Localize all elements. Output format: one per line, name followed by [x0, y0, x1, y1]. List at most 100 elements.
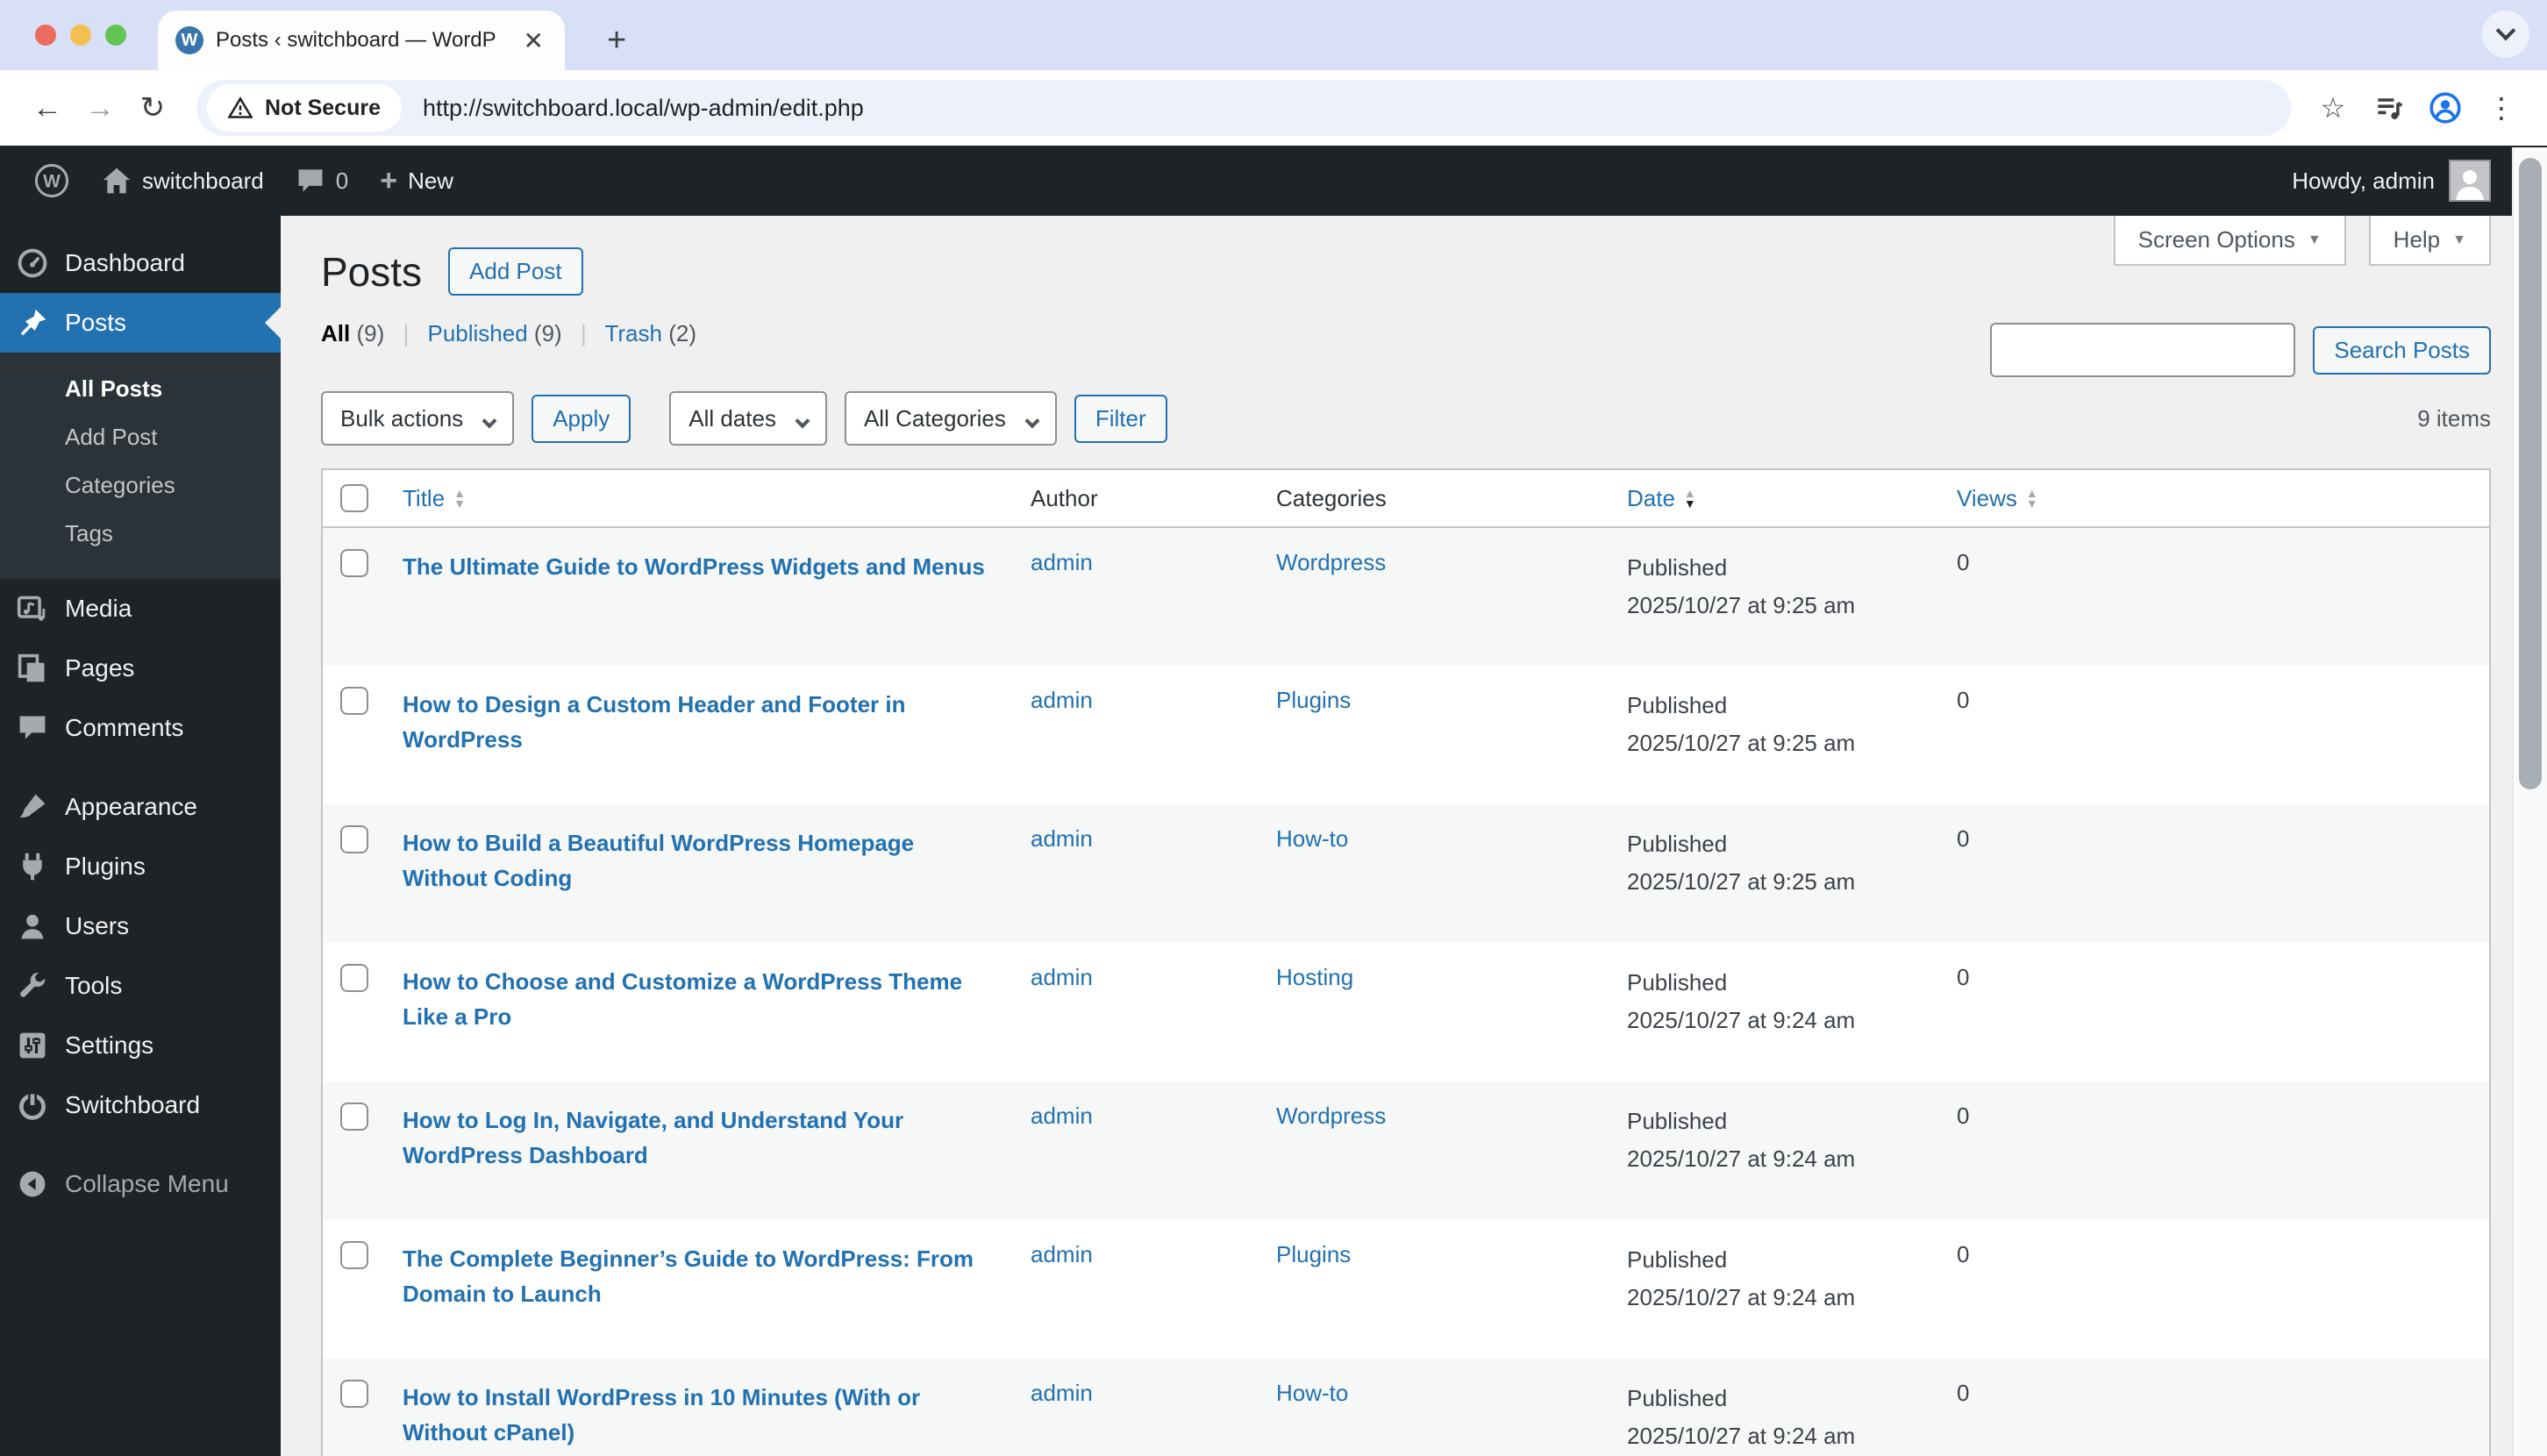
items-count: 9 items — [2417, 404, 2491, 432]
submenu-tags[interactable]: Tags — [0, 510, 281, 558]
new-tab-button[interactable]: + — [607, 22, 626, 60]
comments-shortcut[interactable]: 0 — [280, 146, 364, 216]
sort-by-title[interactable]: Title ▲ ▼ — [403, 485, 466, 512]
sidebar-item-pages[interactable]: Pages — [0, 639, 281, 698]
new-content-menu[interactable]: + New — [364, 146, 469, 216]
sidebar-item-settings[interactable]: Settings — [0, 1016, 281, 1075]
post-title-link[interactable]: How to Design a Custom Header and Footer… — [403, 687, 995, 758]
category-link[interactable]: Hosting — [1276, 964, 1353, 990]
author-link[interactable]: admin — [1031, 549, 1093, 575]
sort-by-views[interactable]: Views ▲ ▼ — [1957, 485, 2038, 512]
wp-logo-menu[interactable]: W — [18, 146, 86, 216]
not-secure-chip[interactable]: Not Secure — [207, 84, 402, 132]
select-all-checkbox[interactable] — [340, 484, 368, 512]
tablenav-top: Bulk actions Apply All dates All Categor… — [321, 391, 2491, 446]
sidebar-item-posts[interactable]: Posts — [0, 293, 281, 353]
reload-button[interactable]: ↻ — [126, 90, 179, 125]
author-link[interactable]: admin — [1031, 1241, 1093, 1267]
search-box: Search Posts — [1990, 323, 2491, 377]
row-checkbox[interactable] — [340, 1103, 368, 1131]
post-title-link[interactable]: The Complete Beginner’s Guide to WordPre… — [403, 1241, 995, 1312]
sort-desc-icon: ▼ — [453, 496, 467, 510]
svg-text:W: W — [43, 172, 61, 192]
row-checkbox[interactable] — [340, 1241, 368, 1269]
author-link[interactable]: admin — [1031, 1380, 1093, 1406]
sidebar-item-label: Collapse Menu — [65, 1170, 229, 1197]
search-input[interactable] — [1990, 323, 2296, 377]
profile-icon[interactable] — [2421, 91, 2470, 125]
category-link[interactable]: Plugins — [1276, 1241, 1351, 1267]
category-link[interactable]: Wordpress — [1276, 1103, 1386, 1129]
dates-filter-select[interactable]: All dates — [669, 391, 827, 446]
post-status: Published — [1627, 1108, 1728, 1134]
chevron-down-icon — [482, 413, 497, 429]
submenu-all-posts[interactable]: All Posts — [0, 365, 281, 413]
minimize-window-button[interactable] — [70, 25, 91, 46]
filter-button[interactable]: Filter — [1074, 394, 1167, 443]
collapse-menu-button[interactable]: Collapse Menu — [0, 1154, 281, 1214]
category-link[interactable]: Wordpress — [1276, 549, 1386, 575]
warning-icon — [228, 96, 253, 118]
bulk-actions-select[interactable]: Bulk actions — [321, 391, 515, 446]
author-link[interactable]: admin — [1031, 1103, 1093, 1129]
sidebar-item-comments[interactable]: Comments — [0, 698, 281, 758]
post-title-link[interactable]: How to Install WordPress in 10 Minutes (… — [403, 1380, 995, 1451]
views-count: 0 — [1957, 687, 1970, 713]
post-title-link[interactable]: The Ultimate Guide to WordPress Widgets … — [403, 549, 995, 584]
scrollbar[interactable] — [2512, 147, 2547, 1456]
screen-options-button[interactable]: Screen Options ▼ — [2113, 216, 2346, 266]
row-checkbox[interactable] — [340, 964, 368, 992]
bookmark-star-icon[interactable]: ☆ — [2308, 91, 2358, 125]
search-posts-button[interactable]: Search Posts — [2313, 325, 2491, 375]
plugin-icon — [16, 851, 49, 882]
sidebar-item-label: Posts — [65, 309, 127, 336]
scrollbar-thumb[interactable] — [2519, 158, 2542, 789]
post-title-link[interactable]: How to Log In, Navigate, and Understand … — [403, 1103, 995, 1174]
post-title-link[interactable]: How to Choose and Customize a WordPress … — [403, 964, 995, 1035]
visit-site-link[interactable]: switchboard — [86, 146, 280, 216]
apply-button[interactable]: Apply — [532, 394, 631, 443]
view-trash-link[interactable]: Trash — [604, 320, 662, 346]
sidebar-item-plugins[interactable]: Plugins — [0, 837, 281, 896]
new-label: New — [408, 167, 454, 194]
row-checkbox[interactable] — [340, 687, 368, 715]
row-checkbox[interactable] — [340, 1380, 368, 1408]
browser-menu-icon[interactable]: ⋮ — [2477, 91, 2526, 125]
chevron-down-icon: ▼ — [2307, 232, 2322, 247]
sidebar-item-dashboard[interactable]: Dashboard — [0, 233, 281, 293]
category-link[interactable]: How-to — [1276, 1380, 1348, 1406]
sort-by-date[interactable]: Date ▲ ▼ — [1627, 485, 1696, 512]
add-post-button[interactable]: Add Post — [448, 247, 583, 296]
media-controls-icon[interactable] — [2365, 92, 2414, 124]
sidebar-item-users[interactable]: Users — [0, 896, 281, 956]
back-button[interactable]: ← — [21, 91, 74, 125]
author-link[interactable]: admin — [1031, 825, 1093, 852]
author-link[interactable]: admin — [1031, 964, 1093, 990]
date-header: Date — [1627, 484, 1675, 511]
view-published-link[interactable]: Published — [427, 320, 527, 346]
sidebar-item-switchboard[interactable]: Switchboard — [0, 1075, 281, 1135]
author-link[interactable]: admin — [1031, 687, 1093, 713]
close-window-button[interactable] — [35, 25, 56, 46]
tab-close-icon[interactable]: ✕ — [520, 26, 547, 55]
forward-button[interactable]: → — [74, 91, 126, 125]
row-checkbox[interactable] — [340, 825, 368, 853]
tab-search-button[interactable] — [2482, 11, 2529, 58]
address-bar[interactable]: Not Secure http://switchboard.local/wp-a… — [196, 80, 2291, 136]
my-account-menu[interactable]: Howdy, admin — [2292, 160, 2529, 202]
submenu-categories[interactable]: Categories — [0, 461, 281, 510]
category-link[interactable]: Plugins — [1276, 687, 1351, 713]
category-link[interactable]: How-to — [1276, 825, 1348, 852]
zoom-window-button[interactable] — [105, 25, 126, 46]
sidebar-item-tools[interactable]: Tools — [0, 956, 281, 1016]
help-button[interactable]: Help ▼ — [2368, 216, 2491, 266]
row-checkbox[interactable] — [340, 549, 368, 577]
submenu-add-post[interactable]: Add Post — [0, 413, 281, 461]
view-all-link[interactable]: All — [321, 320, 350, 346]
sidebar-item-media[interactable]: Media — [0, 579, 281, 639]
post-title-link[interactable]: How to Build a Beautiful WordPress Homep… — [403, 825, 995, 896]
sidebar-item-appearance[interactable]: Appearance — [0, 777, 281, 837]
categories-filter-select[interactable]: All Categories — [844, 391, 1057, 446]
sidebar-item-label: Comments — [65, 714, 184, 741]
browser-tab[interactable]: W Posts ‹ switchboard — WordP ✕ — [158, 11, 565, 70]
